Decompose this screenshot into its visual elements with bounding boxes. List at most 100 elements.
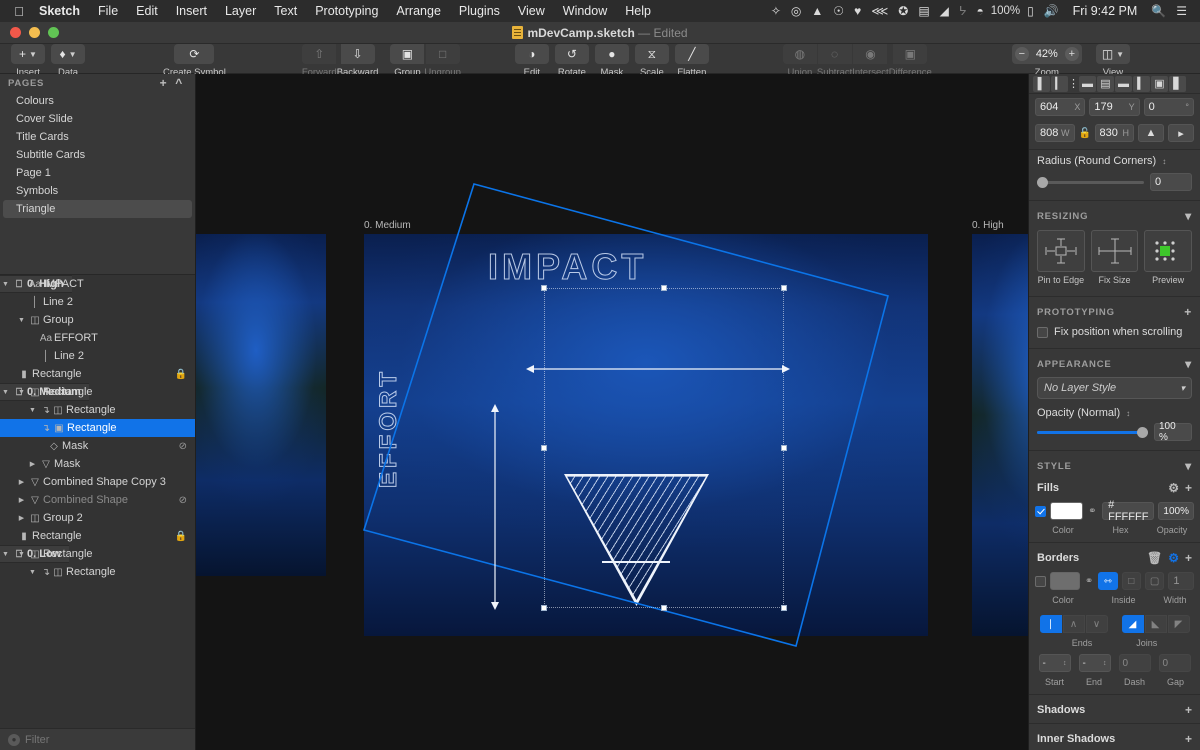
fix-position-checkbox[interactable] bbox=[1037, 327, 1048, 338]
page-item-page-1[interactable]: Page 1 bbox=[0, 164, 195, 182]
page-item-subtitle-cards[interactable]: Subtitle Cards bbox=[0, 146, 195, 164]
difference-button[interactable]: ▣ Difference bbox=[886, 44, 935, 78]
disclosure-triangle-icon[interactable]: ▼ bbox=[27, 569, 38, 576]
trash-icon[interactable]: 🗑 bbox=[1141, 551, 1162, 565]
layer-row-combined-shape-copy-3[interactable]: ▶ ▽ Combined Shape Copy 3 bbox=[0, 473, 195, 491]
menubar-clock[interactable]: Fri 9:42 PM bbox=[1064, 4, 1147, 18]
chevron-down-icon[interactable]: ▾ bbox=[1179, 209, 1192, 223]
zoom-control[interactable]: − 42% + Zoom bbox=[1009, 44, 1085, 78]
clock-circle-icon[interactable]: ☉ bbox=[828, 4, 849, 18]
style-section-header[interactable]: STYLE ▾ bbox=[1029, 454, 1200, 476]
apple-icon[interactable]:  bbox=[8, 4, 30, 19]
height-input[interactable]: 830H bbox=[1095, 124, 1135, 142]
impact-text[interactable]: IMPACT bbox=[488, 246, 647, 288]
menu-help[interactable]: Help bbox=[616, 4, 660, 18]
disclosure-triangle-icon[interactable]: ▼ bbox=[16, 389, 27, 396]
layer-row-effort[interactable]: Aa EFFORT bbox=[0, 329, 195, 347]
fix-position-row[interactable]: Fix position when scrolling bbox=[1029, 322, 1200, 345]
zoom-value[interactable]: 42% bbox=[1033, 48, 1061, 60]
hidden-icon[interactable]: ⊘ bbox=[179, 441, 187, 452]
butt-cap-icon[interactable]: ∣ bbox=[1040, 615, 1062, 633]
layer-row-rectangle-locked-high[interactable]: ▮ Rectangle 🔒 bbox=[0, 365, 195, 383]
disclosure-triangle-icon[interactable]: ▶ bbox=[27, 460, 38, 468]
border-enabled-checkbox[interactable] bbox=[1035, 576, 1046, 587]
flip-vertical-icon[interactable]: ▸ bbox=[1168, 124, 1194, 142]
disclosure-triangle-icon[interactable]: ▼ bbox=[27, 407, 38, 414]
plus-icon[interactable]: + bbox=[1179, 481, 1192, 495]
border-color-swatch[interactable] bbox=[1050, 572, 1080, 590]
align-top-icon[interactable]: ▬ bbox=[1079, 76, 1096, 92]
layer-row-line-2-b[interactable]: │ Line 2 bbox=[0, 347, 195, 365]
rocket-icon[interactable]: ✪ bbox=[893, 4, 913, 18]
shield-icon[interactable]: ◎ bbox=[786, 4, 806, 18]
resize-handle-br[interactable] bbox=[781, 605, 787, 611]
document-title[interactable]: mDevCamp.sketch — Edited bbox=[0, 26, 1200, 40]
plus-icon[interactable]: + bbox=[156, 76, 172, 90]
opacity-value-input[interactable]: 100 % bbox=[1154, 423, 1192, 441]
rotate-button[interactable]: ↺ Rotate bbox=[552, 44, 592, 78]
inner-shadows-section-header[interactable]: Inner Shadows + bbox=[1029, 727, 1200, 749]
align-distribute-icon[interactable]: ⋮ bbox=[1069, 76, 1078, 92]
border-width-input[interactable]: 1 bbox=[1168, 572, 1194, 590]
wifi-icon[interactable]: ◓ bbox=[971, 4, 988, 18]
hidden-icon[interactable]: ⊘ bbox=[179, 495, 187, 506]
layer-filter-bar[interactable]: ● bbox=[0, 728, 195, 750]
radius-slider[interactable] bbox=[1037, 181, 1144, 184]
lock-proportions-icon[interactable]: 🔓 bbox=[1079, 128, 1091, 139]
border-inside-icon[interactable]: □ bbox=[1122, 572, 1141, 590]
start-stepper[interactable]: -↕ bbox=[1039, 654, 1071, 672]
insert-button[interactable]: +▼ Insert bbox=[8, 44, 48, 78]
bluetooth-icon[interactable]: ᔭ bbox=[954, 4, 972, 18]
resize-handle-tr[interactable] bbox=[781, 285, 787, 291]
fix-size-option[interactable]: Fix Size bbox=[1091, 230, 1139, 285]
chevron-down-icon[interactable]: ▾ bbox=[1179, 357, 1192, 371]
bevel-join-icon[interactable]: ◤ bbox=[1168, 615, 1190, 633]
layer-row-line-2-a[interactable]: │ Line 2 bbox=[0, 293, 195, 311]
scale-button[interactable]: ⧖ Scale bbox=[632, 44, 672, 78]
x-position-input[interactable]: 604X bbox=[1035, 98, 1085, 116]
page-item-cover-slide[interactable]: Cover Slide bbox=[0, 110, 195, 128]
prototyping-section-header[interactable]: PROTOTYPING + bbox=[1029, 300, 1200, 322]
pin-to-edge-option[interactable]: Pin to Edge bbox=[1037, 230, 1085, 285]
round-cap-icon[interactable]: ∧ bbox=[1063, 615, 1085, 633]
artboard-left-partial[interactable] bbox=[196, 234, 326, 576]
link-icon[interactable]: ⚭ bbox=[1084, 576, 1094, 587]
resizing-section-header[interactable]: RESIZING ▾ bbox=[1029, 204, 1200, 226]
search-icon[interactable]: 🔍 bbox=[1146, 4, 1171, 18]
backward-button[interactable]: ⇩ Backward bbox=[334, 44, 382, 78]
disclosure-triangle-icon[interactable]: ▶ bbox=[16, 496, 27, 504]
layer-row-rect-group-2[interactable]: ▼ ↴ ◫ Rectangle bbox=[0, 401, 195, 419]
end-stepper[interactable]: -↕ bbox=[1079, 654, 1111, 672]
plus-icon[interactable]: + bbox=[1179, 703, 1192, 717]
distribute-horizontal-icon[interactable]: ▍ bbox=[1133, 76, 1150, 92]
zoom-out-button[interactable]: − bbox=[1015, 47, 1029, 61]
y-position-input[interactable]: 179Y bbox=[1089, 98, 1139, 116]
radius-value-input[interactable]: 0 bbox=[1150, 173, 1192, 191]
layer-row-mask[interactable]: ▶ ▽ Mask bbox=[0, 455, 195, 473]
width-input[interactable]: 808W bbox=[1035, 124, 1075, 142]
menu-text[interactable]: Text bbox=[265, 4, 306, 18]
chevron-up-icon[interactable]: ^ bbox=[171, 76, 187, 90]
elephant-icon[interactable]: ♥ bbox=[849, 4, 866, 18]
data-button[interactable]: ♦▼ Data bbox=[48, 44, 88, 78]
flip-horizontal-icon[interactable]: ▲ bbox=[1138, 124, 1164, 142]
gap-input[interactable]: 0 bbox=[1159, 654, 1191, 672]
fill-enabled-checkbox[interactable] bbox=[1035, 506, 1046, 517]
appearance-section-header[interactable]: APPEARANCE ▾ bbox=[1029, 352, 1200, 374]
lock-icon[interactable]: 🔒 bbox=[175, 531, 187, 542]
layer-row-impact[interactable]: Aa IMPACT bbox=[0, 275, 195, 293]
menu-file[interactable]: File bbox=[89, 4, 127, 18]
plus-icon[interactable]: + bbox=[1179, 732, 1192, 746]
page-item-colours[interactable]: Colours bbox=[0, 92, 195, 110]
fill-hex-input[interactable]: # FFFFFF bbox=[1102, 502, 1154, 520]
control-center-icon[interactable]: ☰ bbox=[1171, 4, 1192, 18]
dropbox-icon[interactable]: ✧ bbox=[766, 4, 786, 18]
volume-icon[interactable]: 🔊 bbox=[1039, 4, 1064, 18]
fill-opacity-input[interactable]: 100% bbox=[1158, 502, 1194, 520]
menu-view[interactable]: View bbox=[509, 4, 554, 18]
menu-prototyping[interactable]: Prototyping bbox=[306, 4, 387, 18]
disclosure-triangle-icon[interactable]: ▶ bbox=[16, 514, 27, 522]
border-center-icon[interactable]: ⇿ bbox=[1098, 572, 1117, 590]
miter-join-icon[interactable]: ◢ bbox=[1122, 615, 1144, 633]
effort-text[interactable]: EFFORT bbox=[375, 368, 403, 488]
